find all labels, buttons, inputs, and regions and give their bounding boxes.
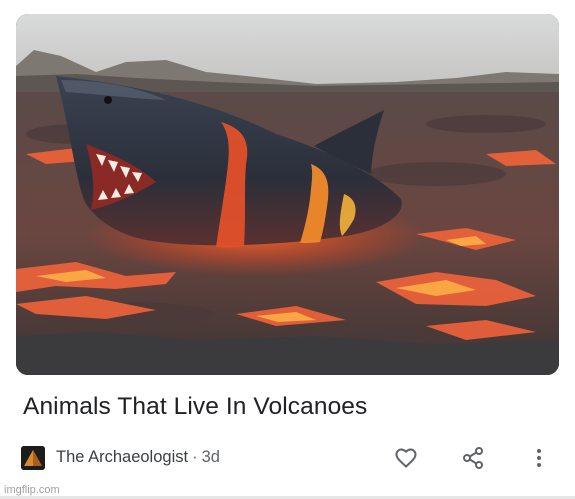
share-icon [463, 447, 483, 469]
shark-in-lava-image [16, 14, 559, 375]
separator-dot: · [192, 448, 198, 466]
like-button[interactable] [392, 444, 420, 472]
share-button[interactable] [459, 444, 487, 472]
source-name[interactable]: The Archaeologist [56, 448, 188, 466]
article-thumbnail[interactable] [16, 14, 559, 375]
imgflip-watermark: imgflip.com [4, 484, 60, 496]
heart-outline-icon [395, 448, 417, 468]
article-meta-row: The Archaeologist · 3d [21, 441, 561, 475]
more-options-button[interactable] [525, 444, 553, 472]
vertical-ellipsis-icon [537, 449, 541, 467]
post-age: 3d [201, 448, 220, 466]
article-headline[interactable]: Animals That Live In Volcanoes [23, 393, 367, 421]
pyramid-logo-icon [21, 446, 45, 470]
source-logo[interactable] [21, 446, 45, 470]
source-attribution: The Archaeologist · 3d [56, 448, 220, 467]
